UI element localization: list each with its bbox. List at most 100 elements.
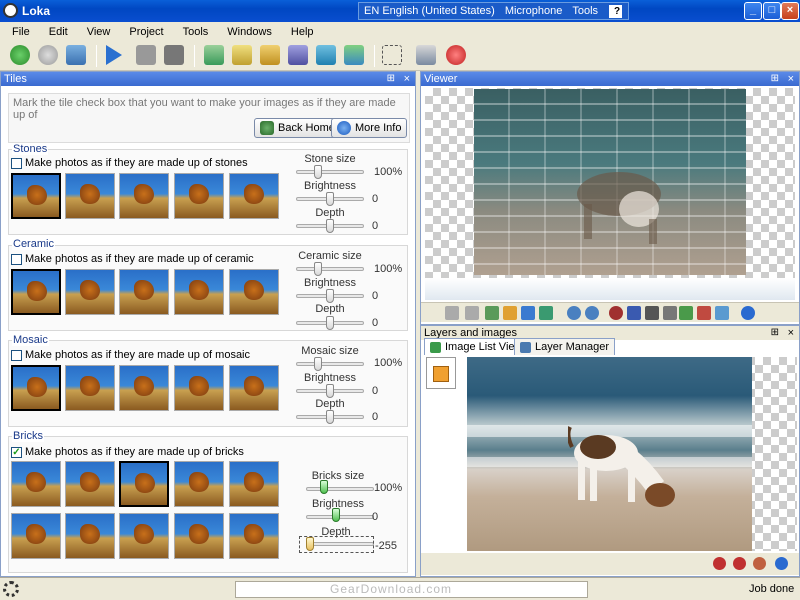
picture-icon[interactable] — [344, 45, 364, 65]
close-button[interactable]: × — [781, 2, 799, 20]
more-info-button[interactable]: More Info — [331, 118, 408, 138]
bricks-brightness-knob[interactable] — [332, 508, 340, 522]
play-icon[interactable] — [106, 45, 122, 65]
mosaic-tile-3[interactable] — [119, 365, 169, 411]
stones-checkbox[interactable] — [11, 157, 22, 169]
mosaic-tile-5[interactable] — [229, 365, 279, 411]
menu-edit[interactable]: Edit — [37, 26, 75, 38]
stones-checkbox-row[interactable]: Make photos as if they are made up of st… — [11, 157, 248, 169]
ceramic-depth-knob[interactable] — [326, 316, 334, 330]
right-arrow-icon[interactable] — [465, 306, 479, 320]
save-icon[interactable] — [288, 45, 308, 65]
menu-file[interactable]: File — [0, 26, 37, 38]
bricks-tile-1[interactable] — [11, 461, 61, 507]
stone-size-slider[interactable] — [296, 170, 364, 174]
home-icon[interactable] — [66, 45, 86, 65]
forward-arrow-icon[interactable] — [38, 45, 58, 65]
bricks-tile-6[interactable] — [11, 513, 61, 559]
mosaic-checkbox[interactable] — [11, 349, 22, 361]
help-icon[interactable]: ? — [609, 4, 623, 18]
clear-icon[interactable] — [753, 557, 766, 570]
bricks-tile-5[interactable] — [229, 461, 279, 507]
rotate-icon[interactable] — [521, 306, 535, 320]
image-list-item[interactable] — [426, 357, 456, 389]
check-icon[interactable] — [485, 306, 499, 320]
ceramic-brightness-knob[interactable] — [326, 289, 334, 303]
bricks-checkbox-row[interactable]: ✓ Make photos as if they are made up of … — [11, 446, 244, 458]
selection-icon[interactable] — [382, 45, 402, 65]
mosaic-tile-2[interactable] — [65, 365, 115, 411]
ceramic-tile-3[interactable] — [119, 269, 169, 315]
pin-icon[interactable]: ⊞ — [771, 72, 779, 86]
stone-brightness-knob[interactable] — [326, 192, 334, 206]
fill-icon[interactable] — [627, 306, 641, 320]
stones-tile-4[interactable] — [174, 173, 224, 219]
menu-tools[interactable]: Tools — [171, 26, 216, 38]
maximize-button[interactable]: □ — [763, 2, 781, 20]
language-selector[interactable]: EN English (United States) — [359, 5, 500, 17]
ceramic-tile-2[interactable] — [65, 269, 115, 315]
eraser-icon[interactable] — [645, 306, 659, 320]
microphone-button[interactable]: Microphone — [500, 5, 567, 17]
mosaic-size-slider[interactable] — [296, 362, 364, 366]
mosaic-depth-knob[interactable] — [326, 410, 334, 424]
close-icon[interactable]: × — [404, 72, 410, 86]
mosaic-brightness-knob[interactable] — [326, 384, 334, 398]
pin-icon[interactable]: ⊞ — [771, 326, 779, 340]
remove-all-icon[interactable] — [733, 557, 746, 570]
image-icon[interactable] — [715, 306, 729, 320]
menu-help[interactable]: Help — [279, 26, 321, 38]
tab-layer-manager[interactable]: Layer Manager — [514, 338, 615, 355]
tools-button[interactable]: Tools — [567, 5, 603, 17]
stones-tile-3[interactable] — [119, 173, 169, 219]
stones-tile-1[interactable] — [11, 173, 61, 219]
mosaic-tile-4[interactable] — [174, 365, 224, 411]
ceramic-checkbox[interactable] — [11, 253, 22, 265]
language-bar[interactable]: EN English (United States) Microphone To… — [358, 2, 630, 20]
flip-icon[interactable] — [539, 306, 553, 320]
bricks-checkbox[interactable]: ✓ — [11, 446, 22, 458]
bricks-tile-3[interactable] — [119, 461, 169, 507]
zoom-out-icon[interactable] — [585, 306, 599, 320]
bricks-tile-2[interactable] — [65, 461, 115, 507]
mosaic-tile-1[interactable] — [11, 365, 61, 411]
close-icon[interactable]: × — [788, 326, 794, 340]
info-icon[interactable] — [775, 557, 788, 570]
back-home-button[interactable]: Back Home — [254, 118, 341, 138]
ceramic-tile-1[interactable] — [11, 269, 61, 315]
stones-tile-2[interactable] — [65, 173, 115, 219]
bricks-depth-knob[interactable] — [306, 537, 314, 551]
chart-icon[interactable] — [697, 306, 711, 320]
pin-icon[interactable]: ⊞ — [387, 72, 395, 86]
stop-icon[interactable] — [164, 45, 184, 65]
bricks-size-knob[interactable] — [320, 480, 328, 494]
bricks-tile-10[interactable] — [229, 513, 279, 559]
bricks-tile-4[interactable] — [174, 461, 224, 507]
bricks-size-slider[interactable] — [306, 487, 374, 491]
help-icon[interactable] — [446, 45, 466, 65]
pause-icon[interactable] — [136, 45, 156, 65]
menu-windows[interactable]: Windows — [215, 26, 279, 38]
ceramic-tile-4[interactable] — [174, 269, 224, 315]
minimize-button[interactable]: _ — [744, 2, 762, 20]
open-folder-icon[interactable] — [260, 45, 280, 65]
left-arrow-icon[interactable] — [445, 306, 459, 320]
add-image-icon[interactable] — [232, 45, 252, 65]
new-project-icon[interactable] — [204, 45, 224, 65]
ceramic-checkbox-row[interactable]: Make photos as if they are made up of ce… — [11, 253, 254, 265]
mosaic-size-knob[interactable] — [314, 357, 322, 371]
zoom-in-icon[interactable] — [567, 306, 581, 320]
eye-icon[interactable] — [609, 306, 623, 320]
document-icon[interactable] — [503, 306, 517, 320]
bricks-tile-7[interactable] — [65, 513, 115, 559]
bricks-tile-8[interactable] — [119, 513, 169, 559]
ceramic-size-knob[interactable] — [314, 262, 322, 276]
bricks-tile-9[interactable] — [174, 513, 224, 559]
fit-icon[interactable] — [316, 45, 336, 65]
bricks-brightness-slider[interactable] — [306, 515, 374, 519]
stone-depth-knob[interactable] — [326, 219, 334, 233]
ceramic-size-slider[interactable] — [296, 267, 364, 271]
menu-view[interactable]: View — [75, 26, 118, 38]
landscape-icon[interactable] — [679, 306, 693, 320]
crop-icon[interactable] — [663, 306, 677, 320]
